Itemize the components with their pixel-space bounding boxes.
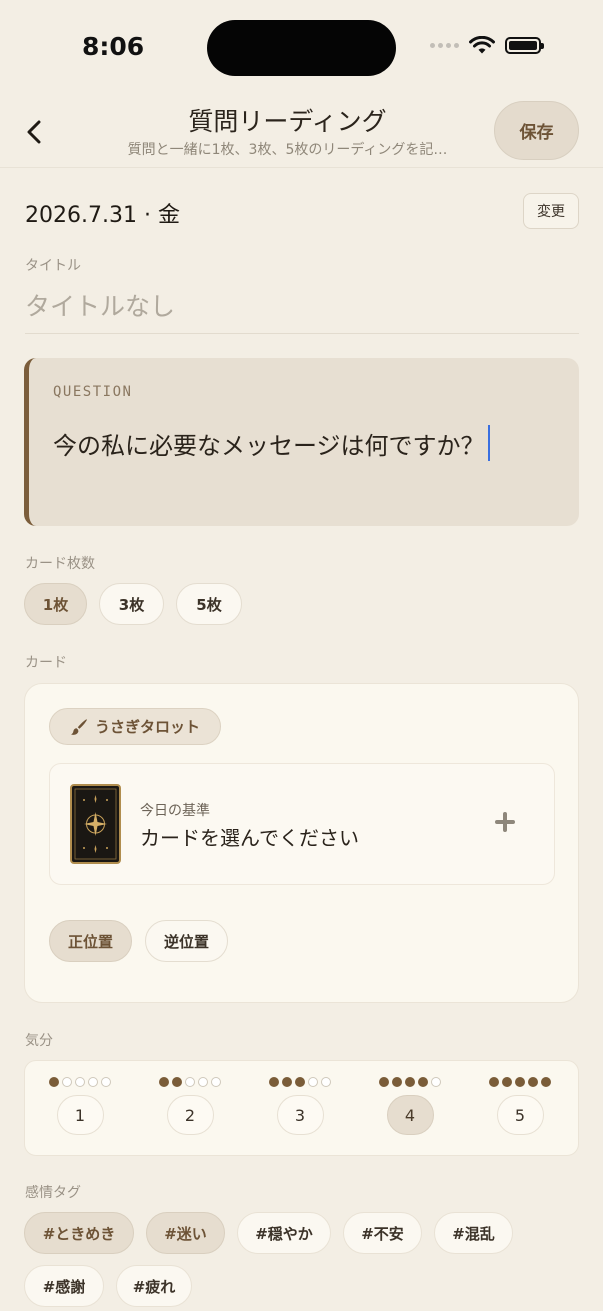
slot-prompt: カードを選んでください xyxy=(140,826,359,850)
add-card-button[interactable] xyxy=(491,808,519,836)
title-label: タイトル xyxy=(25,258,81,274)
date-display: 2026.7.31 · 金 xyxy=(25,203,180,228)
mood-level-dots xyxy=(261,1077,339,1087)
back-button[interactable] xyxy=(18,112,50,152)
question-text: 今の私に必要なメッセージは何ですか？ xyxy=(53,431,485,460)
orientation-upright[interactable]: 正位置 xyxy=(49,920,132,962)
header-divider xyxy=(0,167,603,168)
mood-value: 5 xyxy=(496,1095,544,1135)
emotion-tags-label: 感情タグ xyxy=(25,1185,81,1201)
card-count-5[interactable]: 5枚 xyxy=(176,583,242,625)
slot-position-label: 今日の基準 xyxy=(140,803,210,819)
mood-label: 気分 xyxy=(25,1033,53,1049)
back-chevron-icon xyxy=(27,120,41,144)
emotion-tag-kansha[interactable]: #感謝 xyxy=(24,1265,104,1307)
cards-label: カード xyxy=(25,655,67,671)
mood-level-dots xyxy=(481,1077,559,1087)
page-title: 質問リーディング xyxy=(188,107,387,136)
emotion-tag-odayaka[interactable]: #穏やか xyxy=(237,1212,331,1254)
mood-panel: 1 2 3 4 5 xyxy=(24,1060,579,1156)
mood-level-dots xyxy=(371,1077,449,1087)
save-button[interactable]: 保存 xyxy=(494,101,579,160)
emotion-tag-konran[interactable]: #混乱 xyxy=(434,1212,513,1254)
card-slot[interactable]: 今日の基準 カードを選んでください xyxy=(49,763,555,885)
mood-value: 4 xyxy=(386,1095,434,1135)
dynamic-island xyxy=(207,20,396,76)
question-card[interactable]: QUESTION 今の私に必要なメッセージは何ですか？ xyxy=(24,358,579,526)
wifi-icon xyxy=(469,36,495,54)
change-date-button[interactable]: 変更 xyxy=(523,193,579,229)
deck-selector[interactable]: うさぎタロット xyxy=(49,708,221,745)
mood-value: 2 xyxy=(166,1095,214,1135)
cellular-signal-icon xyxy=(430,43,459,48)
question-label: QUESTION xyxy=(53,384,133,400)
emotion-tag-fuan[interactable]: #不安 xyxy=(343,1212,422,1254)
brush-icon xyxy=(70,718,87,735)
mood-level-dots xyxy=(41,1077,119,1087)
tarot-card-back-image xyxy=(70,784,121,864)
card-panel: うさぎタロット 今日の基準 カードを選んでください 正位置 逆位置 xyxy=(24,683,579,1003)
title-underline xyxy=(25,333,579,334)
mood-option-3[interactable]: 3 xyxy=(261,1077,339,1141)
card-count-3[interactable]: 3枚 xyxy=(99,583,164,625)
emotion-tag-mayoi[interactable]: #迷い xyxy=(146,1212,225,1254)
question-input[interactable]: 今の私に必要なメッセージは何ですか？ xyxy=(53,425,490,461)
emotion-tag-tsukare[interactable]: #疲れ xyxy=(116,1265,192,1307)
card-count-label: カード枚数 xyxy=(25,556,95,572)
text-cursor xyxy=(487,425,490,461)
plus-icon xyxy=(495,812,515,832)
mood-value: 1 xyxy=(56,1095,104,1135)
orientation-reversed[interactable]: 逆位置 xyxy=(145,920,228,962)
mood-option-5[interactable]: 5 xyxy=(481,1077,559,1141)
emotion-tag-tokimeki[interactable]: #ときめき xyxy=(24,1212,134,1254)
title-input[interactable]: タイトルなし xyxy=(25,287,175,323)
card-count-1[interactable]: 1枚 xyxy=(24,583,87,625)
mood-level-dots xyxy=(151,1077,229,1087)
page-subtitle: 質問と一緒に1枚、3枚、5枚のリーディングを記… xyxy=(127,142,448,158)
status-icons xyxy=(430,36,544,55)
mood-option-2[interactable]: 2 xyxy=(151,1077,229,1141)
mood-option-4[interactable]: 4 xyxy=(371,1077,449,1141)
battery-icon xyxy=(505,37,544,54)
mood-value: 3 xyxy=(276,1095,324,1135)
deck-name: うさぎタロット xyxy=(94,718,200,736)
status-time: 8:06 xyxy=(82,32,145,61)
mood-option-1[interactable]: 1 xyxy=(41,1077,119,1141)
